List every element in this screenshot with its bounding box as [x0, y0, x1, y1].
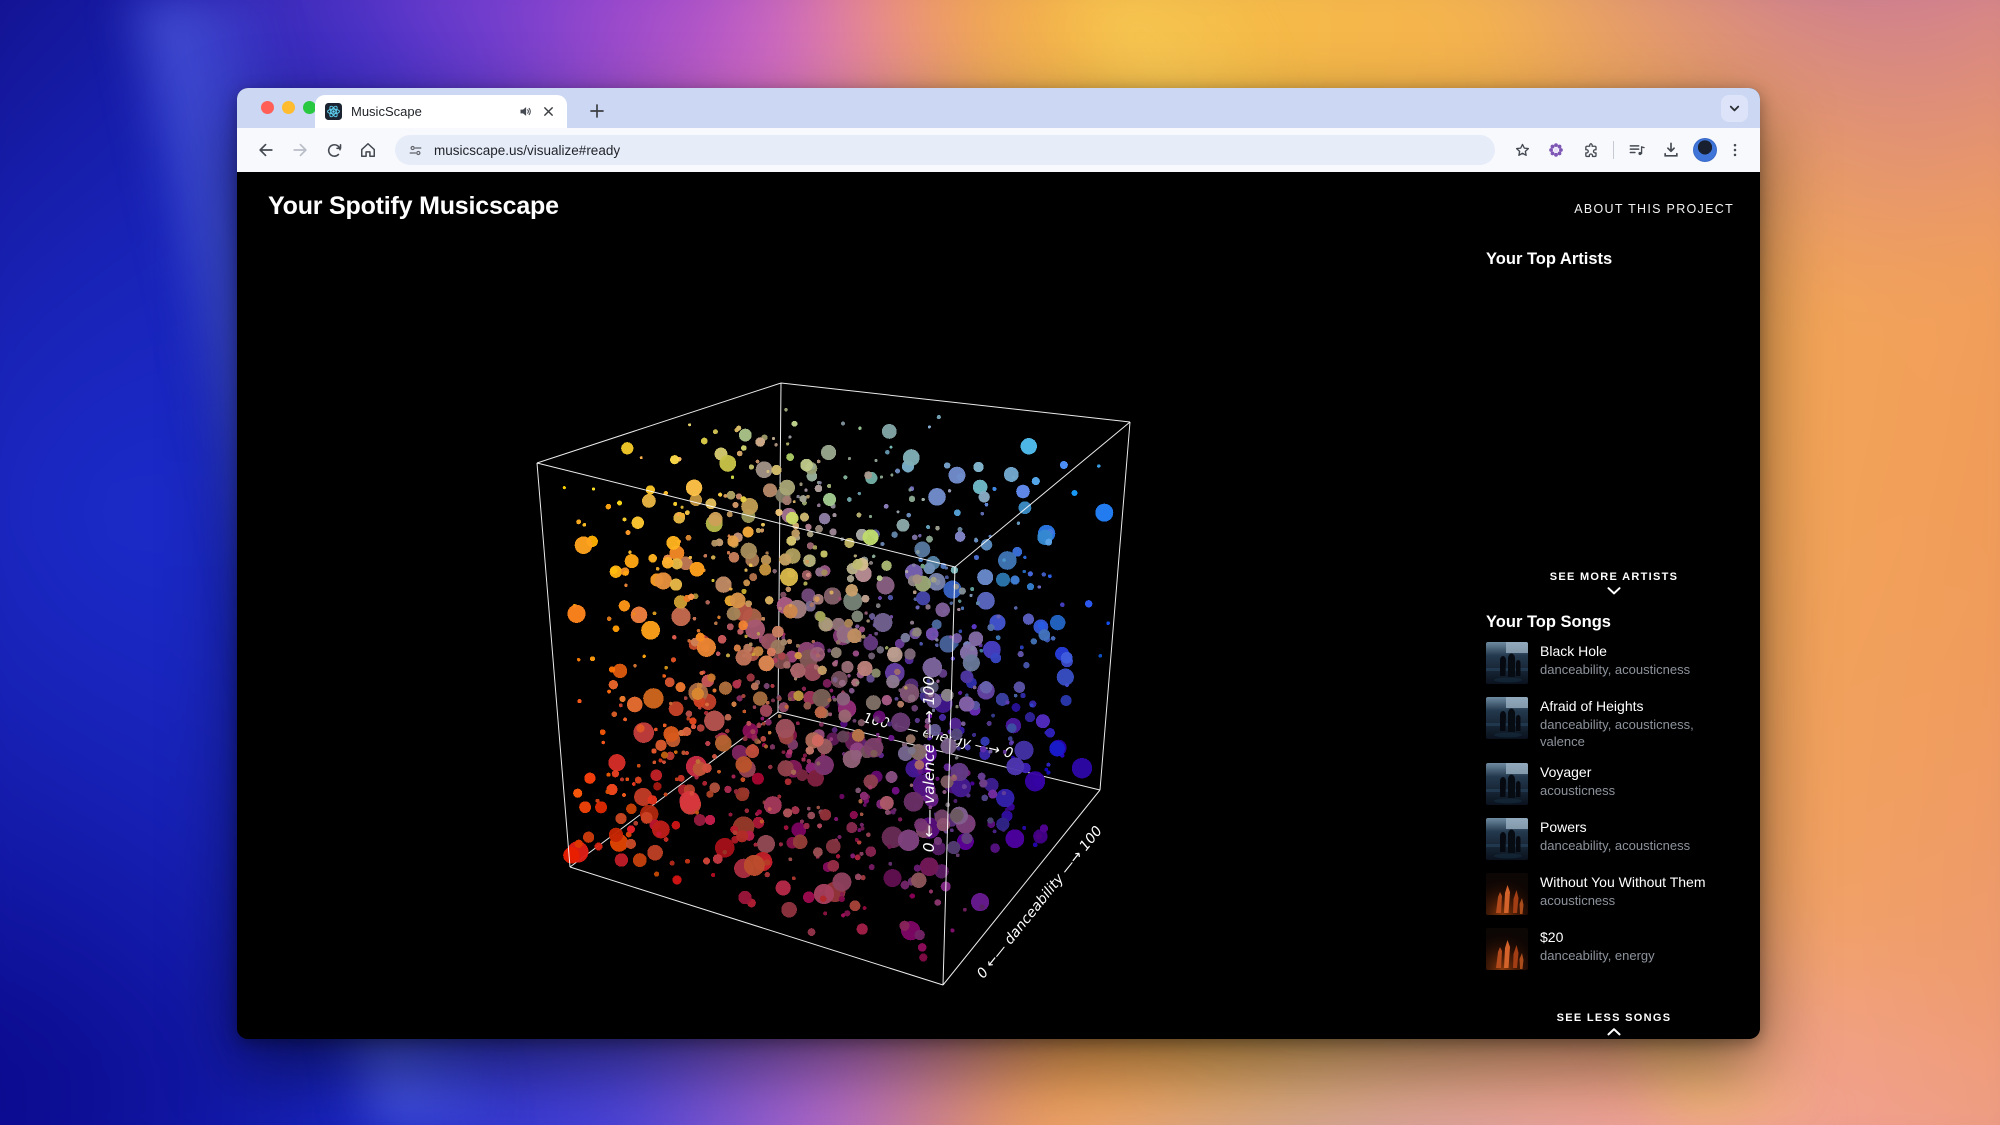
close-window-button[interactable]: [261, 101, 274, 114]
chevron-up-icon: [1607, 1028, 1621, 1036]
song-meta: Voyager acousticness: [1540, 763, 1615, 805]
album-art-hands: [1486, 928, 1528, 970]
media-controls-icon[interactable]: [1620, 133, 1654, 167]
browser-tab[interactable]: MusicScape: [315, 95, 567, 128]
album-art-beach: [1486, 818, 1528, 860]
bookmark-star-icon[interactable]: [1505, 133, 1539, 167]
chevron-down-icon: [1607, 587, 1621, 595]
song-meta: $20 danceability, energy: [1540, 928, 1655, 970]
browser-window: MusicScape musicscape.us/visualize#ready…: [237, 88, 1760, 1039]
see-more-artists-label: SEE MORE ARTISTS: [1549, 571, 1679, 583]
song-title: Voyager: [1540, 764, 1592, 780]
song-meta: Black Hole danceability, acousticness: [1540, 642, 1690, 684]
home-button[interactable]: [351, 133, 385, 167]
downloads-icon[interactable]: [1654, 133, 1688, 167]
profile-avatar[interactable]: [1693, 138, 1717, 162]
tab-close-icon[interactable]: [540, 103, 557, 120]
toolbar-separator: [1613, 141, 1614, 159]
song-features: danceability, acousticness, valence: [1540, 717, 1694, 749]
extensions-puzzle-icon[interactable]: [1573, 133, 1607, 167]
song-row[interactable]: Voyager acousticness: [1486, 763, 1742, 805]
song-row[interactable]: Without You Without Them acousticness: [1486, 873, 1742, 915]
see-less-songs-button[interactable]: SEE LESS SONGS: [1486, 1012, 1742, 1036]
sidebar: Your Top Artists SEE MORE ARTISTS Your T…: [1486, 250, 1742, 983]
songs-list: Black Hole danceability, acousticness Afra…: [1486, 642, 1742, 970]
url-text: musicscape.us/visualize#ready: [434, 142, 621, 158]
song-title: Without You Without Them: [1540, 874, 1706, 890]
song-title: Afraid of Heights: [1540, 698, 1644, 714]
valence-axis-label-text: 0 ←— valence —→ 100: [920, 676, 938, 853]
song-row[interactable]: $20 danceability, energy: [1486, 928, 1742, 970]
song-row[interactable]: Black Hole danceability, acousticness: [1486, 642, 1742, 684]
tab-strip: MusicScape: [237, 88, 1760, 128]
desktop-wallpaper: MusicScape musicscape.us/visualize#ready…: [0, 0, 2000, 1125]
album-art-hands: [1486, 873, 1528, 915]
react-atom-favicon-icon: [325, 103, 342, 120]
song-row[interactable]: Powers danceability, acousticness: [1486, 818, 1742, 860]
top-songs-heading: Your Top Songs: [1486, 613, 1611, 631]
new-tab-button[interactable]: [583, 97, 611, 125]
song-features: acousticness: [1540, 893, 1616, 908]
song-title: $20: [1540, 929, 1564, 945]
musicscape-page: Your Spotify Musicscape ABOUT THIS PROJE…: [237, 172, 1760, 1039]
tab-title: MusicScape: [351, 104, 422, 119]
see-more-artists-button[interactable]: SEE MORE ARTISTS: [1486, 571, 1742, 595]
song-features: danceability, energy: [1540, 948, 1655, 963]
song-meta: Without You Without Them acousticness: [1540, 873, 1706, 915]
top-songs-section: Your Top Songs Black Hole danceability, a…: [1486, 613, 1742, 970]
address-bar[interactable]: musicscape.us/visualize#ready: [395, 135, 1495, 165]
browser-toolbar: musicscape.us/visualize#ready: [237, 128, 1760, 172]
kebab-menu-icon[interactable]: [1722, 133, 1748, 167]
back-button[interactable]: [249, 133, 283, 167]
album-art-beach: [1486, 697, 1528, 739]
song-meta: Afraid of Heights danceability, acousticn…: [1540, 697, 1742, 750]
song-meta: Powers danceability, acousticness: [1540, 818, 1690, 860]
top-artists-heading: Your Top Artists: [1486, 250, 1613, 268]
site-settings-tune-icon[interactable]: [407, 142, 424, 159]
song-features: acousticness: [1540, 783, 1616, 798]
song-features: danceability, acousticness: [1540, 662, 1691, 677]
album-art-beach: [1486, 763, 1528, 805]
song-title: Powers: [1540, 819, 1587, 835]
tab-search-chevron-icon[interactable]: [1721, 95, 1748, 122]
tab-audio-icon[interactable]: [517, 103, 534, 120]
song-row[interactable]: Afraid of Heights danceability, acousticn…: [1486, 697, 1742, 750]
artists-grid: [1486, 279, 1742, 571]
minimize-window-button[interactable]: [282, 101, 295, 114]
album-art-beach: [1486, 642, 1528, 684]
reload-button[interactable]: [317, 133, 351, 167]
song-bubbles: [562, 408, 1114, 962]
see-less-songs-label: SEE LESS SONGS: [1556, 1012, 1672, 1024]
forward-button[interactable]: [283, 133, 317, 167]
flower-extension-icon[interactable]: [1539, 133, 1573, 167]
song-title: Black Hole: [1540, 643, 1607, 659]
song-features: danceability, acousticness: [1540, 838, 1691, 853]
